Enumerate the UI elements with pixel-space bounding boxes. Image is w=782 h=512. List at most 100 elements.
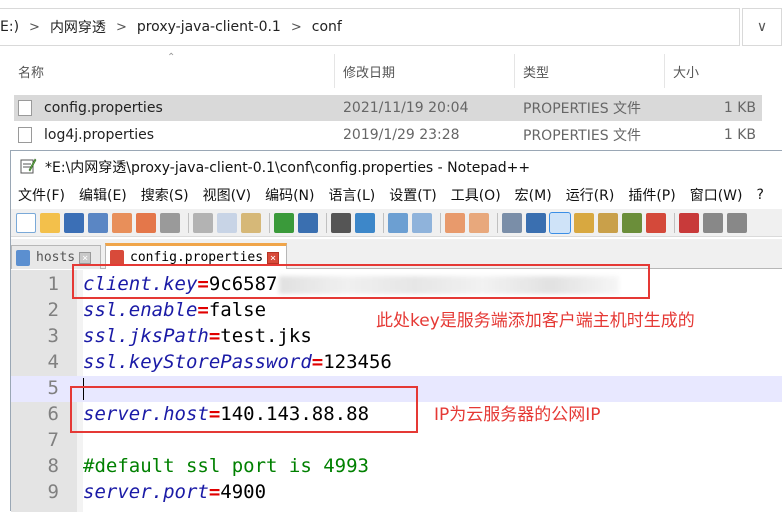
- breadcrumb-folder-3[interactable]: conf: [312, 19, 342, 35]
- line-number: 5: [47, 377, 59, 399]
- close-all-icon[interactable]: [136, 212, 156, 233]
- column-header-size[interactable]: 大小: [673, 54, 699, 88]
- file-row[interactable]: config.properties 2021/11/19 20:04 PROPE…: [14, 95, 762, 121]
- comment-text: #default ssl port is 4993: [83, 455, 369, 477]
- breadcrumb-folder-2[interactable]: proxy-java-client-0.1: [137, 19, 281, 35]
- editor-line[interactable]: 8 #default ssl port is 4993: [11, 454, 782, 480]
- line-number: 9: [47, 481, 59, 503]
- redo-icon[interactable]: [298, 212, 318, 233]
- saved-file-icon: [16, 250, 30, 266]
- zoom-in-icon[interactable]: [388, 212, 408, 233]
- file-type: PROPERTIES 文件: [523, 101, 642, 117]
- toolbar: [11, 209, 782, 237]
- sync-horizontal-icon[interactable]: [469, 212, 489, 233]
- file-icon: [18, 100, 32, 116]
- equals-operator: =: [208, 325, 221, 347]
- line-number: 3: [47, 325, 59, 347]
- chevron-right-icon: >: [290, 19, 302, 35]
- property-value: test.jks: [220, 325, 312, 347]
- menu-help[interactable]: ?: [757, 187, 764, 203]
- property-value: 123456: [323, 351, 392, 373]
- menu-macro[interactable]: 宏(M): [515, 185, 552, 205]
- menu-bar: 文件(F) 编辑(E) 搜索(S) 视图(V) 编码(N) 语言(L) 设置(T…: [11, 182, 782, 208]
- menu-view[interactable]: 视图(V): [203, 185, 252, 205]
- menu-encoding[interactable]: 编码(N): [265, 185, 314, 205]
- menu-search[interactable]: 搜索(S): [141, 185, 189, 205]
- new-file-icon[interactable]: [16, 212, 36, 233]
- file-icon: [18, 127, 32, 143]
- property-value: 4900: [220, 481, 267, 503]
- toolbar-separator: [383, 212, 384, 233]
- cut-icon[interactable]: [193, 212, 213, 233]
- function-list-icon[interactable]: [622, 212, 642, 233]
- menu-window[interactable]: 窗口(W): [690, 185, 743, 205]
- menu-file[interactable]: 文件(F): [18, 185, 65, 205]
- file-date: 2019/1/29 23:28: [343, 127, 460, 143]
- copy-icon[interactable]: [217, 212, 237, 233]
- menu-edit[interactable]: 编辑(E): [79, 185, 127, 205]
- column-header-name[interactable]: 名称: [18, 54, 44, 88]
- toolbar-separator: [188, 212, 189, 233]
- indent-guide-icon[interactable]: [549, 211, 571, 234]
- folder-as-workspace-icon[interactable]: [646, 212, 666, 233]
- editor-line[interactable]: 9 server.port=4900: [11, 480, 782, 506]
- print-icon[interactable]: [160, 212, 180, 233]
- breadcrumb-folder-1[interactable]: 内网穿透: [50, 17, 106, 37]
- open-folder-icon[interactable]: [40, 212, 60, 233]
- document-map-icon[interactable]: [598, 212, 618, 233]
- column-header-modified[interactable]: 修改日期: [343, 54, 395, 88]
- paste-icon[interactable]: [241, 212, 261, 233]
- close-tab-icon[interactable]: ×: [79, 251, 92, 264]
- breadcrumb-drive[interactable]: E:): [0, 19, 19, 35]
- line-number: 2: [47, 299, 59, 321]
- define-language-icon[interactable]: [574, 212, 594, 233]
- chevron-right-icon: >: [29, 19, 40, 35]
- undo-icon[interactable]: [274, 212, 294, 233]
- close-file-icon[interactable]: [112, 212, 132, 233]
- find-icon[interactable]: [331, 212, 351, 233]
- address-bar[interactable]: E:) > 内网穿透 > proxy-java-client-0.1 > con…: [0, 8, 740, 46]
- property-value: false: [208, 299, 267, 321]
- toolbar-separator: [326, 212, 327, 233]
- toolbar-separator: [674, 212, 675, 233]
- highlight-box-client-key: [72, 264, 650, 299]
- line-number: 1: [47, 273, 59, 295]
- column-header-type[interactable]: 类型: [523, 54, 549, 88]
- file-size: 1 KB: [723, 127, 756, 143]
- tab-label: config.properties: [130, 250, 264, 265]
- title-bar[interactable]: *E:\内网穿透\proxy-java-client-0.1\conf\conf…: [11, 151, 782, 181]
- menu-run[interactable]: 运行(R): [566, 185, 615, 205]
- editor-line[interactable]: 4 ssl.keyStorePassword=123456: [11, 350, 782, 376]
- toolbar-separator: [497, 212, 498, 233]
- record-macro-icon[interactable]: [679, 212, 699, 233]
- toolbar-separator: [440, 212, 441, 233]
- column-divider[interactable]: [514, 54, 515, 88]
- replace-icon[interactable]: [355, 212, 375, 233]
- stop-macro-icon[interactable]: [703, 212, 723, 233]
- column-divider[interactable]: [664, 54, 665, 88]
- line-number: 8: [47, 455, 59, 477]
- sort-up-icon: ⌃: [167, 52, 176, 63]
- play-macro-icon[interactable]: [727, 212, 747, 233]
- save-all-icon[interactable]: [88, 212, 108, 233]
- toolbar-separator: [269, 212, 270, 233]
- menu-plugins[interactable]: 插件(P): [628, 185, 675, 205]
- address-dropdown-button[interactable]: ∨: [742, 8, 782, 46]
- zoom-out-icon[interactable]: [412, 212, 432, 233]
- menu-settings[interactable]: 设置(T): [389, 185, 436, 205]
- file-row[interactable]: log4j.properties 2019/1/29 23:28 PROPERT…: [14, 122, 762, 148]
- word-wrap-icon[interactable]: [502, 212, 522, 233]
- sync-vertical-icon[interactable]: [445, 212, 465, 233]
- close-tab-icon[interactable]: ×: [267, 251, 280, 264]
- show-all-characters-icon[interactable]: [526, 212, 546, 233]
- property-key: ssl.jksPath: [83, 325, 209, 347]
- tab-label: hosts: [36, 250, 76, 265]
- menu-language[interactable]: 语言(L): [329, 185, 376, 205]
- notepad-app-icon: [20, 158, 37, 174]
- save-icon[interactable]: [64, 212, 84, 233]
- property-key: ssl.keyStorePassword: [83, 351, 312, 373]
- menu-tools[interactable]: 工具(O): [451, 185, 501, 205]
- window-title: *E:\内网穿透\proxy-java-client-0.1\conf\conf…: [45, 160, 531, 176]
- property-key: server.port: [83, 481, 209, 503]
- column-divider[interactable]: [334, 54, 335, 88]
